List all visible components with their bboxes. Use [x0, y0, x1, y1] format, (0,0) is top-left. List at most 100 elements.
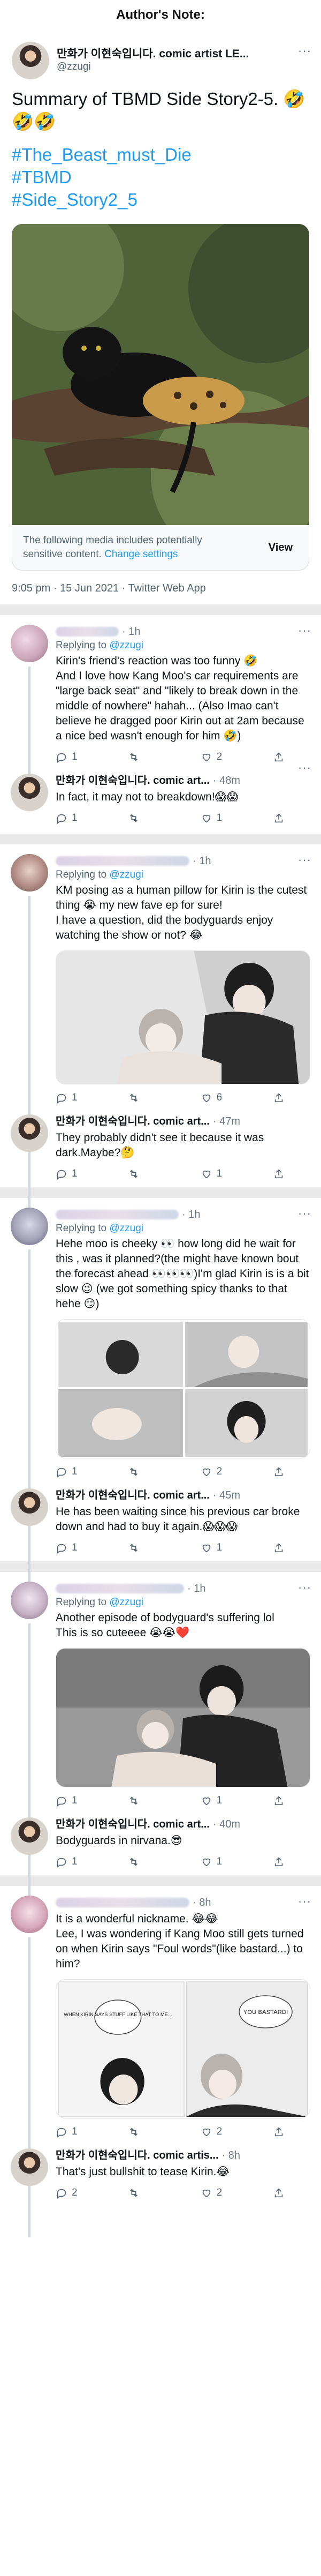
retweet-button[interactable]	[128, 2187, 160, 2199]
author-name[interactable]: 만화가 이현숙입니다. comic artis...	[56, 2148, 219, 2162]
share-icon	[274, 2127, 283, 2137]
hashtag-list: #The_Beast_must_Die #TBMD #Side_Story2_5	[12, 144, 309, 211]
share-button[interactable]	[273, 2126, 305, 2138]
more-icon[interactable]: ···	[298, 1894, 311, 1908]
author-avatar[interactable]	[11, 774, 48, 811]
comic-panel-image[interactable]	[56, 950, 310, 1084]
retweet-button[interactable]	[128, 812, 160, 824]
author-name[interactable]: 만화가 이현숙입니다. comic art...	[56, 774, 210, 788]
like-button[interactable]: 2	[201, 2126, 233, 2138]
replying-to: Replying to @zzugi	[56, 1223, 143, 1234]
comic-illustration	[56, 951, 310, 1084]
retweet-button[interactable]	[128, 1466, 160, 1478]
reply-actions: 1 1	[56, 1795, 310, 1807]
author-name[interactable]: 만화가 이현숙입니다. comic art...	[56, 1114, 210, 1128]
replier-avatar[interactable]	[11, 1208, 48, 1245]
replying-to-handle[interactable]: @zzugi	[109, 640, 143, 651]
retweet-button[interactable]	[128, 1795, 160, 1807]
more-icon[interactable]: ···	[298, 761, 311, 775]
replier-avatar[interactable]	[11, 625, 48, 662]
reply-icon	[57, 2128, 66, 2138]
author-handle[interactable]: @zzugi	[57, 61, 309, 73]
retweet-button[interactable]	[128, 751, 160, 763]
reply-time: · 40m	[212, 1818, 240, 1830]
replier-avatar[interactable]	[11, 854, 48, 892]
retweet-button[interactable]	[128, 1542, 160, 1554]
hashtag-the-beast-must-die[interactable]: #The_Beast_must_Die	[12, 144, 309, 166]
reply-button[interactable]: 1	[56, 1856, 88, 1868]
like-button[interactable]: 1	[201, 812, 233, 824]
retweet-button[interactable]	[128, 1092, 160, 1104]
author-avatar[interactable]	[11, 1817, 48, 1855]
like-button[interactable]: 2	[201, 1466, 233, 1478]
more-icon[interactable]: ···	[298, 1581, 311, 1594]
reply-icon	[57, 1467, 66, 1478]
reply-button[interactable]: 1	[56, 1168, 88, 1180]
like-button[interactable]: 1	[201, 1856, 233, 1868]
share-button[interactable]	[273, 1466, 305, 1478]
reply-button[interactable]: 1	[56, 2126, 88, 2138]
author-avatar[interactable]	[11, 2148, 48, 2186]
more-icon[interactable]: ···	[298, 1207, 311, 1220]
share-button[interactable]	[273, 2187, 305, 2199]
comic-collage-image[interactable]	[56, 1319, 310, 1458]
reply-button[interactable]: 1	[56, 1466, 88, 1478]
author-avatar[interactable]	[11, 1114, 48, 1152]
more-icon[interactable]: ···	[298, 624, 311, 638]
author-name[interactable]: 만화가 이현숙입니다. comic art...	[56, 1488, 210, 1502]
reply-actions: 1 1	[56, 1542, 310, 1554]
reply-actions: 1 2	[56, 751, 310, 763]
replying-to: Replying to @zzugi	[56, 869, 143, 880]
more-icon[interactable]: ···	[298, 44, 311, 58]
like-button[interactable]: 6	[201, 1092, 233, 1104]
reply-icon	[57, 1796, 66, 1807]
share-button[interactable]	[273, 812, 305, 824]
author-name[interactable]: 만화가 이현숙입니다. comic art...	[56, 1817, 210, 1831]
like-button[interactable]: 1	[201, 1542, 233, 1554]
change-settings-link[interactable]: Change settings	[104, 549, 178, 560]
hashtag-tbmd[interactable]: #TBMD	[12, 166, 309, 189]
author-avatar[interactable]	[12, 42, 49, 79]
reply-button[interactable]: 2	[56, 2187, 88, 2199]
replier-avatar[interactable]	[11, 1582, 48, 1619]
like-icon	[202, 1544, 210, 1553]
share-button[interactable]	[273, 1856, 305, 1868]
share-button[interactable]	[273, 1092, 305, 1104]
comic-panel-image[interactable]: WHEN KIRIN SAYS STUFF LIKE THAT TO ME...…	[56, 1979, 310, 2118]
reply-button[interactable]: 1	[56, 812, 88, 824]
share-button[interactable]	[273, 1168, 305, 1180]
retweet-button[interactable]	[128, 2126, 160, 2138]
retweet-button[interactable]	[128, 1168, 160, 1180]
replying-to-handle[interactable]: @zzugi	[109, 1597, 143, 1608]
author-name[interactable]: 만화가 이현숙입니다. comic artist LE...	[57, 45, 309, 61]
replying-to-handle[interactable]: @zzugi	[109, 869, 143, 880]
like-button[interactable]: 1	[201, 1168, 233, 1180]
reply-button[interactable]: 1	[56, 1092, 88, 1104]
comic-panel-image[interactable]	[56, 1648, 310, 1787]
author-avatar[interactable]	[11, 1488, 48, 1526]
retweet-icon	[130, 1544, 138, 1552]
reply-icon	[57, 1544, 66, 1554]
more-icon[interactable]: ···	[298, 853, 311, 867]
like-button[interactable]: 2	[201, 751, 233, 763]
share-icon	[274, 1796, 283, 1806]
comic-illustration: WHEN KIRIN SAYS STUFF LIKE THAT TO ME...…	[56, 1980, 310, 2118]
reply-button[interactable]: 1	[56, 1795, 88, 1807]
replying-to-handle[interactable]: @zzugi	[109, 1223, 143, 1234]
share-button[interactable]	[273, 1542, 305, 1554]
reply-icon	[57, 1858, 66, 1868]
like-button[interactable]: 1	[201, 1795, 233, 1807]
panther-photo[interactable]	[12, 224, 309, 525]
replier-avatar[interactable]	[11, 1896, 48, 1933]
like-button[interactable]: 2	[201, 2187, 233, 2199]
view-button[interactable]: View	[269, 542, 298, 554]
share-button[interactable]	[273, 1795, 305, 1807]
hashtag-side-story[interactable]: #Side_Story2_5	[12, 189, 309, 211]
reply-text: It is a wonderful nickname. 😂😂 Lee, I wa…	[56, 1913, 304, 1970]
retweet-button[interactable]	[128, 1856, 160, 1868]
reply-button[interactable]: 1	[56, 751, 88, 763]
reply-text: Hehe moo is cheeky 👀 how long did he wai…	[56, 1238, 312, 1310]
reply-button[interactable]: 1	[56, 1542, 88, 1554]
reply-thread-1: · 1h Replying to @zzugi Kirin's friend's…	[0, 615, 321, 835]
reply-text: Another episode of bodyguard's suffering…	[56, 1612, 274, 1639]
